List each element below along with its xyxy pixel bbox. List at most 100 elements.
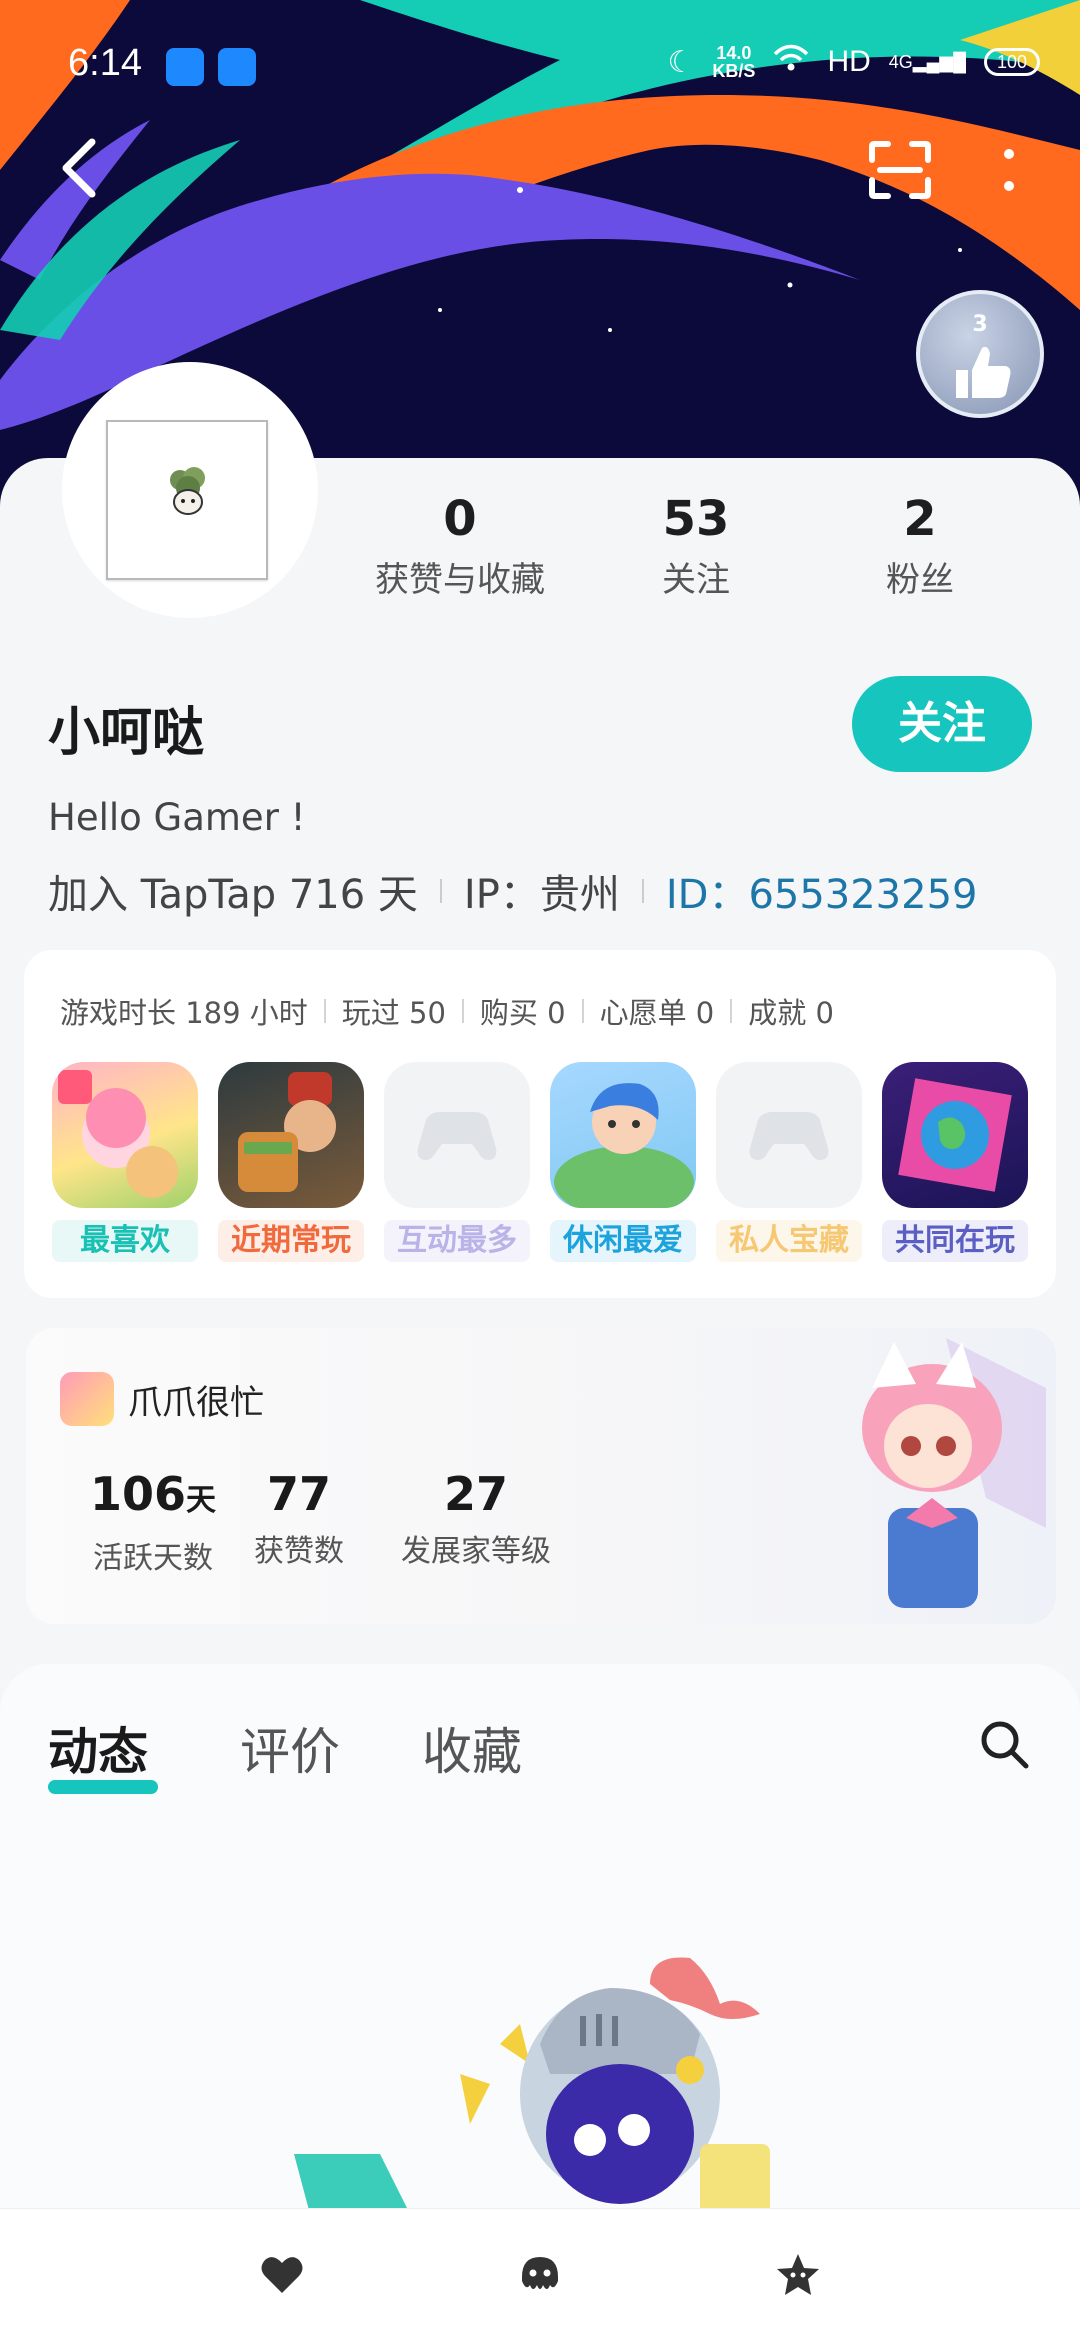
stat-label: 获赞与收藏 [375, 560, 545, 600]
game-recent[interactable]: 近期常玩 [218, 1062, 364, 1262]
more-icon[interactable] [994, 140, 1024, 200]
scan-icon[interactable] [868, 140, 932, 200]
featured-game-name: 爪爪很忙 [128, 1382, 264, 1423]
tab-reviews[interactable]: 评价 [240, 1712, 340, 1784]
follow-button[interactable]: 关注 [852, 676, 1032, 772]
gamepad-icon [749, 1112, 829, 1160]
divider [461, 999, 464, 1023]
heart-icon[interactable] [258, 2251, 306, 2299]
stat-value: 27 [443, 1467, 508, 1521]
stat-following[interactable]: 53 关注 [586, 490, 806, 601]
signal-indicator: 4G▂▄▆█ [888, 51, 966, 72]
stat-followers[interactable]: 2 粉丝 [810, 490, 1030, 601]
divider [641, 879, 644, 903]
user-id[interactable]: ID：655323259 [666, 862, 978, 920]
stat-value: 53 [662, 491, 730, 547]
active-tab-indicator [48, 1780, 158, 1794]
game-private[interactable]: 私人宝藏 [716, 1062, 862, 1262]
divider [439, 879, 442, 903]
featured-character-art [862, 1338, 1046, 1608]
join-days: 加入 TapTap 716 天 [48, 872, 418, 918]
game-icon [882, 1062, 1028, 1208]
bio: Hello Gamer ! [48, 796, 306, 839]
signal-label: 4G [888, 51, 913, 72]
empty-state-mascot [294, 1957, 770, 2214]
stat-unit: 天 [186, 1483, 217, 1518]
featured-game-card[interactable]: 爪爪很忙 106天 活跃天数 77 获赞数 27 发展家等级 [26, 1328, 1056, 1624]
back-icon[interactable] [52, 136, 112, 200]
game-icon [52, 1062, 198, 1208]
game-favorite[interactable]: 最喜欢 [52, 1062, 198, 1262]
status-time: 6:14 [68, 42, 142, 84]
game-label: 共同在玩 [882, 1220, 1028, 1262]
games-card[interactable]: 游戏时长 189 小时 玩过 50 购买 0 心愿单 0 成就 0 最喜欢 近期… [24, 950, 1056, 1298]
ip-location: IP：贵州 [463, 872, 620, 918]
play-time: 游戏时长 189 小时 [60, 996, 308, 1030]
game-casual[interactable]: 休闲最爱 [550, 1062, 696, 1262]
android-app-icon [166, 48, 204, 86]
profile-stats: 0 获赞与收藏 53 关注 2 粉丝 [350, 490, 1050, 610]
status-bar: 6:14 ☾ 14.0 KB/S HD 4G▂▄▆█ 100 [0, 0, 1080, 130]
avatar-frame[interactable] [62, 362, 318, 618]
search-icon[interactable] [976, 1716, 1032, 1772]
battery-icon: 100 [984, 48, 1040, 76]
game-icon [550, 1062, 696, 1208]
tab-collections[interactable]: 收藏 [422, 1712, 522, 1784]
star-icon[interactable] [774, 2251, 822, 2299]
stat-label: 获赞数 [254, 1534, 344, 1569]
achievements-count: 成就 0 [748, 996, 834, 1030]
game-art-icon [238, 1072, 336, 1192]
tab-moments[interactable]: 动态 [48, 1712, 148, 1784]
profile-meta: 加入 TapTap 716 天 IP：贵州 ID：655323259 [48, 862, 977, 920]
octopus-icon[interactable] [516, 2251, 564, 2299]
stat-label: 粉丝 [886, 560, 954, 600]
divider [730, 999, 733, 1023]
game-stats: 游戏时长 189 小时 玩过 50 购买 0 心愿单 0 成就 0 [60, 990, 834, 1032]
claw-stat-active-days: 106天 活跃天数 [78, 1468, 228, 1577]
featured-game-header: 爪爪很忙 [60, 1372, 264, 1426]
label-text: 休闲最爱 [563, 1223, 683, 1258]
network-speed: 14.0 KB/S [712, 44, 755, 80]
game-icon [218, 1062, 364, 1208]
game-label: 近期常玩 [218, 1220, 364, 1262]
bottom-action-bar [0, 2208, 1080, 2340]
label-text: 互动最多 [397, 1223, 517, 1258]
avatar [106, 420, 268, 580]
username: 小呵哒 [48, 703, 205, 763]
label-text: 最喜欢 [80, 1223, 170, 1258]
level-badge[interactable]: 3 [916, 290, 1044, 418]
stat-label: 发展家等级 [401, 1534, 551, 1569]
game-icon-placeholder [384, 1062, 530, 1208]
stat-label: 活跃天数 [93, 1541, 213, 1576]
moon-icon: ☾ [667, 45, 695, 79]
gamepad-icon [417, 1112, 497, 1160]
game-label: 私人宝藏 [716, 1220, 862, 1262]
feed-section: 动态 评价 收藏 [0, 1664, 1080, 2220]
wifi-icon [773, 44, 809, 80]
stat-likes[interactable]: 0 获赞与收藏 [350, 490, 570, 601]
purchased-count: 购买 0 [479, 996, 566, 1030]
divider [581, 999, 584, 1023]
bluetooth-app-icon [218, 48, 256, 86]
label-text: 近期常玩 [231, 1223, 351, 1258]
claw-stat-level: 27 发展家等级 [376, 1468, 576, 1570]
stat-label: 关注 [662, 560, 730, 600]
avatar-sprite-icon [170, 467, 205, 515]
speed-unit: KB/S [712, 61, 756, 81]
wishlist-count: 心愿单 0 [599, 996, 715, 1030]
game-label: 最喜欢 [52, 1220, 198, 1262]
thumbs-up-icon [956, 346, 1011, 398]
game-shared[interactable]: 共同在玩 [882, 1062, 1028, 1262]
featured-game-icon [60, 1372, 114, 1426]
speed-value: 14.0 [716, 43, 752, 63]
game-icon-placeholder [716, 1062, 862, 1208]
game-label: 互动最多 [384, 1220, 530, 1262]
stat-value: 2 [903, 491, 937, 547]
stat-value: 77 [266, 1467, 331, 1521]
game-art-icon [58, 1070, 178, 1198]
stat-value: 106 [89, 1467, 187, 1521]
game-art-icon [554, 1083, 694, 1208]
game-label: 休闲最爱 [550, 1220, 696, 1262]
game-interaction[interactable]: 互动最多 [384, 1062, 530, 1262]
label-text: 私人宝藏 [729, 1223, 849, 1258]
